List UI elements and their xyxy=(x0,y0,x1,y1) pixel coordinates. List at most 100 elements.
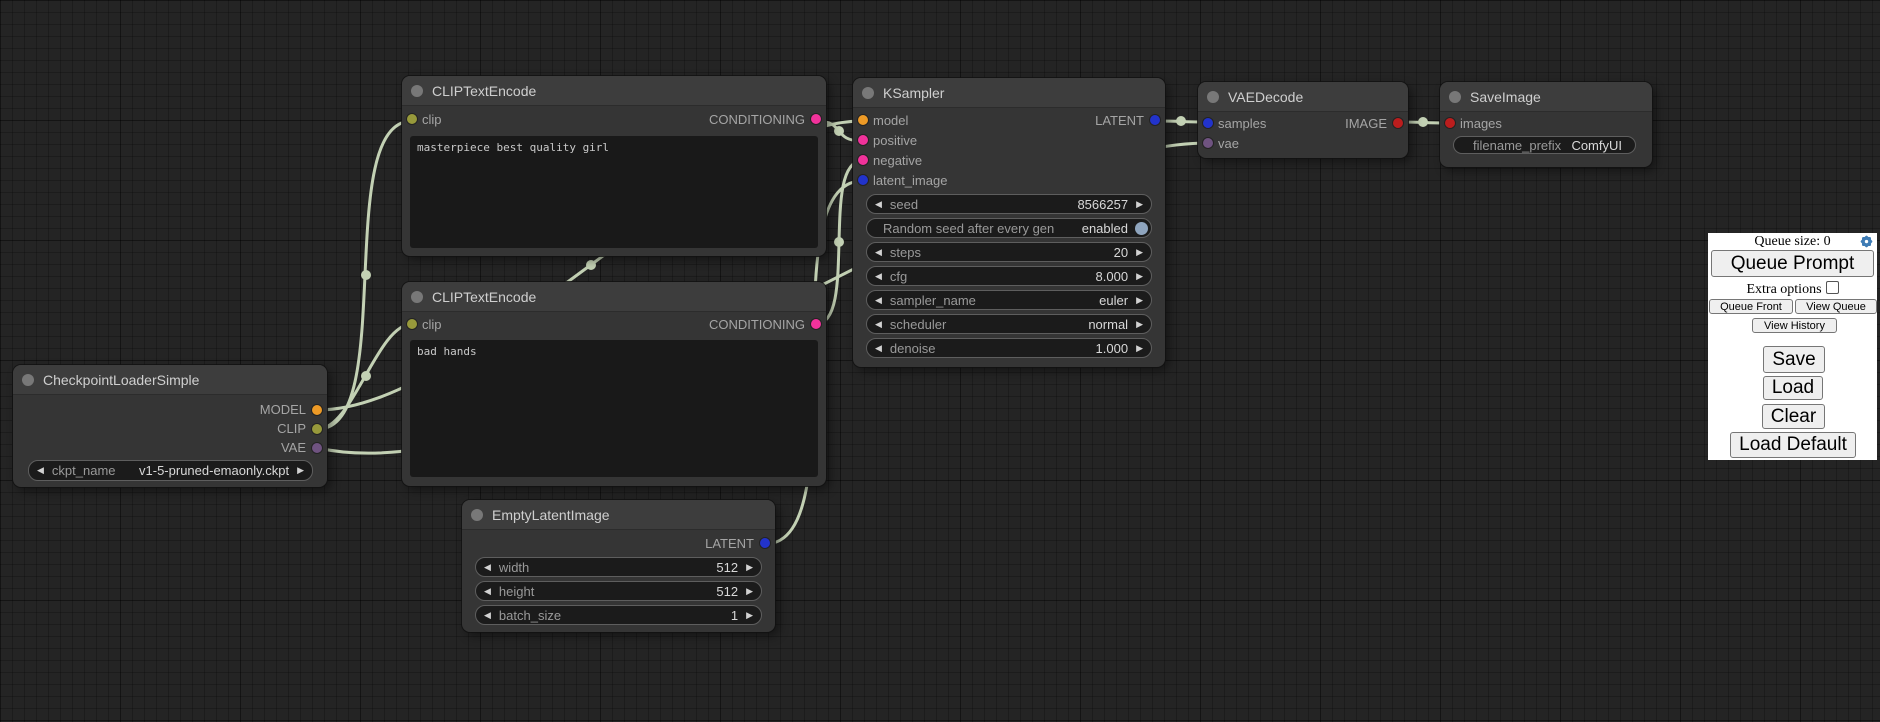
input-slot-vae[interactable] xyxy=(1203,138,1213,148)
output-slot-vae[interactable] xyxy=(312,443,322,453)
input-slot-clip[interactable] xyxy=(407,114,417,124)
wire-midpoint-dot xyxy=(586,260,596,270)
ckpt-name-widget[interactable]: ◀ ckpt_name v1-5-pruned-emaonly.ckpt ▶ xyxy=(28,460,313,481)
input-slot-latent-image[interactable] xyxy=(858,175,868,185)
load-default-button[interactable]: Load Default xyxy=(1730,432,1856,458)
left-arrow-icon[interactable]: ◀ xyxy=(867,296,890,305)
filename-prefix-widget[interactable]: filename_prefix ComfyUI xyxy=(1453,136,1636,154)
height-widget[interactable]: ◀ height 512 ▶ xyxy=(475,581,762,601)
input-slot-samples[interactable] xyxy=(1203,118,1213,128)
right-arrow-icon[interactable]: ▶ xyxy=(1128,320,1151,329)
prompt-text-area[interactable]: bad hands xyxy=(410,340,818,477)
node-title-bar[interactable]: CheckpointLoaderSimple xyxy=(13,365,327,395)
node-title: CheckpointLoaderSimple xyxy=(43,372,199,388)
node-title-bar[interactable]: KSampler xyxy=(853,78,1165,108)
node-ksampler[interactable]: KSampler model LATENT positive negative … xyxy=(853,78,1165,367)
widget-value: 8.000 xyxy=(1096,269,1129,284)
node-title-bar[interactable]: SaveImage xyxy=(1440,82,1652,112)
prompt-text-area[interactable]: masterpiece best quality girl xyxy=(410,136,818,248)
view-queue-button[interactable]: View Queue xyxy=(1795,299,1877,314)
wire-clip-to-negative-clip xyxy=(318,324,412,429)
wire-midpoint-dot xyxy=(834,237,844,247)
widget-label: sampler_name xyxy=(890,293,976,308)
output-slot-clip[interactable] xyxy=(312,424,322,434)
batch-size-widget[interactable]: ◀ batch_size 1 ▶ xyxy=(475,605,762,625)
queue-prompt-button[interactable]: Queue Prompt xyxy=(1711,250,1874,277)
left-arrow-icon[interactable]: ◀ xyxy=(476,563,499,572)
toggle-knob-icon[interactable] xyxy=(1135,222,1148,235)
load-button[interactable]: Load xyxy=(1763,376,1823,400)
width-widget[interactable]: ◀ width 512 ▶ xyxy=(475,557,762,577)
left-arrow-icon[interactable]: ◀ xyxy=(867,200,890,209)
input-slot-positive[interactable] xyxy=(858,135,868,145)
node-checkpoint-loader-simple[interactable]: CheckpointLoaderSimple MODEL CLIP VAE ◀ … xyxy=(13,365,327,487)
output-slot-latent[interactable] xyxy=(1150,115,1160,125)
left-arrow-icon[interactable]: ◀ xyxy=(476,611,499,620)
widget-label: filename_prefix xyxy=(1454,138,1561,153)
sampler-name-widget[interactable]: ◀ sampler_name euler ▶ xyxy=(866,290,1152,310)
queue-menu-panel: Queue size: 0 Queue Prompt Extra options… xyxy=(1708,233,1877,460)
save-button[interactable]: Save xyxy=(1763,346,1825,373)
clear-button[interactable]: Clear xyxy=(1762,404,1825,429)
widget-value: 512 xyxy=(716,560,738,575)
output-slot-image[interactable] xyxy=(1393,118,1403,128)
collapse-dot[interactable] xyxy=(471,509,483,521)
settings-gear-icon[interactable] xyxy=(1859,234,1874,249)
left-arrow-icon[interactable]: ◀ xyxy=(29,466,52,475)
random-seed-toggle-widget[interactable]: Random seed after every gen enabled xyxy=(866,218,1152,238)
collapse-dot[interactable] xyxy=(862,87,874,99)
node-empty-latent-image[interactable]: EmptyLatentImage LATENT ◀ width 512 ▶ ◀ … xyxy=(462,500,775,632)
input-slot-images[interactable] xyxy=(1445,118,1455,128)
right-arrow-icon[interactable]: ▶ xyxy=(738,587,761,596)
cfg-widget[interactable]: ◀ cfg 8.000 ▶ xyxy=(866,266,1152,286)
wire-midpoint-dot xyxy=(361,371,371,381)
output-slot-conditioning[interactable] xyxy=(811,319,821,329)
scheduler-widget[interactable]: ◀ scheduler normal ▶ xyxy=(866,314,1152,334)
output-slot-conditioning[interactable] xyxy=(811,114,821,124)
node-title-bar[interactable]: EmptyLatentImage xyxy=(462,500,775,530)
extra-options-text: Extra options xyxy=(1746,282,1821,297)
input-slot-negative[interactable] xyxy=(858,155,868,165)
extra-options-checkbox[interactable] xyxy=(1826,281,1839,294)
right-arrow-icon[interactable]: ▶ xyxy=(289,466,312,475)
left-arrow-icon[interactable]: ◀ xyxy=(867,344,890,353)
node-clip-text-encode-negative[interactable]: CLIPTextEncode clip CONDITIONING bad han… xyxy=(402,282,826,486)
left-arrow-icon[interactable]: ◀ xyxy=(867,272,890,281)
node-vae-decode[interactable]: VAEDecode samples IMAGE vae xyxy=(1198,82,1408,158)
node-title-bar[interactable]: VAEDecode xyxy=(1198,82,1408,112)
collapse-dot[interactable] xyxy=(1449,91,1461,103)
right-arrow-icon[interactable]: ▶ xyxy=(1128,272,1151,281)
collapse-dot[interactable] xyxy=(411,291,423,303)
node-title-bar[interactable]: CLIPTextEncode xyxy=(402,76,826,106)
output-label: MODEL xyxy=(260,402,306,417)
node-title: EmptyLatentImage xyxy=(492,507,610,523)
view-history-button[interactable]: View History xyxy=(1752,318,1837,333)
right-arrow-icon[interactable]: ▶ xyxy=(1128,296,1151,305)
right-arrow-icon[interactable]: ▶ xyxy=(1128,200,1151,209)
collapse-dot[interactable] xyxy=(411,85,423,97)
seed-widget[interactable]: ◀ seed 8566257 ▶ xyxy=(866,194,1152,214)
right-arrow-icon[interactable]: ▶ xyxy=(738,563,761,572)
output-slot-model[interactable] xyxy=(312,405,322,415)
denoise-widget[interactable]: ◀ denoise 1.000 ▶ xyxy=(866,338,1152,358)
wire-midpoint-dot xyxy=(361,270,371,280)
input-label: vae xyxy=(1218,136,1239,151)
collapse-dot[interactable] xyxy=(22,374,34,386)
input-slot-clip[interactable] xyxy=(407,319,417,329)
node-title-bar[interactable]: CLIPTextEncode xyxy=(402,282,826,312)
queue-front-button[interactable]: Queue Front xyxy=(1709,299,1793,314)
steps-widget[interactable]: ◀ steps 20 ▶ xyxy=(866,242,1152,262)
input-slot-model[interactable] xyxy=(858,115,868,125)
right-arrow-icon[interactable]: ▶ xyxy=(738,611,761,620)
node-save-image[interactable]: SaveImage images filename_prefix ComfyUI xyxy=(1440,82,1652,167)
right-arrow-icon[interactable]: ▶ xyxy=(1128,248,1151,257)
left-arrow-icon[interactable]: ◀ xyxy=(867,320,890,329)
node-graph-canvas[interactable]: CheckpointLoaderSimple MODEL CLIP VAE ◀ … xyxy=(0,0,1880,722)
node-clip-text-encode-positive[interactable]: CLIPTextEncode clip CONDITIONING masterp… xyxy=(402,76,826,256)
right-arrow-icon[interactable]: ▶ xyxy=(1128,344,1151,353)
output-slot-latent[interactable] xyxy=(760,538,770,548)
collapse-dot[interactable] xyxy=(1207,91,1219,103)
left-arrow-icon[interactable]: ◀ xyxy=(476,587,499,596)
widget-label: seed xyxy=(890,197,918,212)
left-arrow-icon[interactable]: ◀ xyxy=(867,248,890,257)
